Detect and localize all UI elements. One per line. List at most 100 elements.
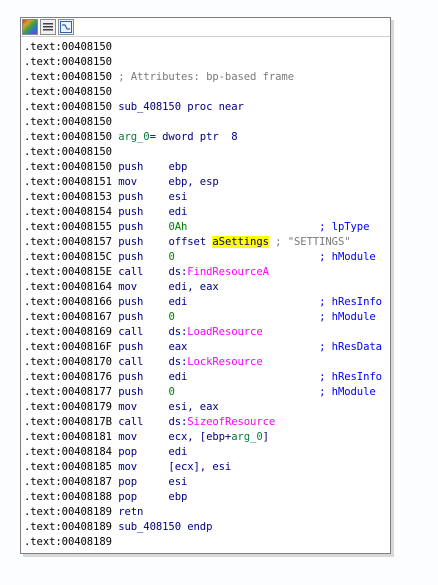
operand-prefix: ds: (168, 326, 188, 338)
listing-line[interactable]: .text:00408184 pop edi (24, 445, 390, 460)
listing-line[interactable]: .text:00408185 mov [ecx], esi (24, 460, 390, 475)
listing-line[interactable]: .text:00408169 call ds:LoadResource (24, 325, 390, 340)
address: .text:00408166 (24, 296, 112, 308)
operand-number: 0Ah (168, 221, 188, 233)
listing-line[interactable]: .text:00408166 push edi ; hResInfo (24, 295, 390, 310)
operand-prefix: ecx, [ebp+ (168, 431, 232, 443)
listing-line[interactable]: .text:00408189 (24, 535, 390, 550)
text-view-icon[interactable] (40, 19, 56, 35)
mnemonic: push (118, 371, 144, 383)
listing-line[interactable]: .text:00408150 (24, 85, 390, 100)
mnemonic: push (118, 191, 144, 203)
listing-line[interactable]: .text:00408164 mov edi, eax (24, 280, 390, 295)
address: .text:00408189 (24, 536, 112, 548)
operand-number: 0 (168, 311, 175, 323)
operand: ebp (168, 161, 188, 173)
address: .text:00408187 (24, 476, 112, 488)
listing-line[interactable]: .text:00408176 push edi ; hResInfo (24, 370, 390, 385)
operand: ebp, esp (168, 176, 219, 188)
operand-prefix: offset (168, 236, 213, 248)
listing-line[interactable]: .text:0040815C push 0 ; hModule (24, 250, 390, 265)
operand-prefix: ds: (168, 356, 188, 368)
listing-line[interactable]: .text:00408150 arg_0= dword ptr 8 (24, 130, 390, 145)
listing-line[interactable]: .text:00408189 sub_408150 endp (24, 520, 390, 535)
listing-line[interactable]: .text:00408154 push edi (24, 205, 390, 220)
address: .text:00408151 (24, 176, 112, 188)
mnemonic: call (118, 326, 144, 338)
mnemonic: mov (118, 401, 138, 413)
address: .text:00408150 (24, 101, 112, 113)
address: .text:00408154 (24, 206, 112, 218)
view-toolbar (21, 18, 390, 37)
mnemonic: push (118, 221, 144, 233)
listing-line[interactable]: .text:00408167 push 0 ; hModule (24, 310, 390, 325)
operand: esi, eax (168, 401, 219, 413)
operand: eax (168, 341, 188, 353)
address: .text:0040816F (24, 341, 112, 353)
listing-line[interactable]: .text:00408155 push 0Ah ; lpType (24, 220, 390, 235)
address: .text:0040815C (24, 251, 112, 263)
listing-line[interactable]: .text:00408153 push esi (24, 190, 390, 205)
mnemonic: pop (118, 476, 138, 488)
mnemonic: push (118, 386, 144, 398)
mnemonic: push (118, 296, 144, 308)
mnemonic: mov (118, 281, 138, 293)
proximity-view-icon[interactable] (58, 19, 74, 35)
mnemonic: call (118, 356, 144, 368)
address: .text:00408189 (24, 506, 112, 518)
address: .text:00408150 (24, 56, 112, 68)
listing-line[interactable]: .text:00408150 push ebp (24, 160, 390, 175)
address: .text:00408150 (24, 41, 112, 53)
listing-line[interactable]: .text:00408150 (24, 40, 390, 55)
mnemonic: call (118, 416, 144, 428)
mnemonic: push (118, 251, 144, 263)
comment: ; lpType (319, 221, 370, 233)
listing-line[interactable]: .text:00408179 mov esi, eax (24, 400, 390, 415)
listing-line[interactable]: .text:00408150 (24, 145, 390, 160)
mnemonic: push (118, 341, 144, 353)
listing-line[interactable]: .text:00408177 push 0 ; hModule (24, 385, 390, 400)
listing-line[interactable]: .text:00408170 call ds:LockResource (24, 355, 390, 370)
mnemonic: retn (118, 506, 144, 518)
operand-prefix: ds: (168, 266, 188, 278)
disassembly-listing[interactable]: .text:00408150 .text:00408150 .text:0040… (21, 37, 390, 550)
listing-line[interactable]: .text:0040815E call ds:FindResourceA (24, 265, 390, 280)
address: .text:00408170 (24, 356, 112, 368)
operand-suffix: ] (262, 431, 269, 443)
address: .text:00408181 (24, 431, 112, 443)
address: .text:00408185 (24, 461, 112, 473)
operand: edi (168, 371, 188, 383)
listing-line[interactable]: .text:00408187 pop esi (24, 475, 390, 490)
listing-line[interactable]: .text:00408150 (24, 115, 390, 130)
listing-line[interactable]: .text:00408188 pop ebp (24, 490, 390, 505)
address: .text:00408150 (24, 161, 112, 173)
comment: ; "SETTINGS" (268, 236, 351, 248)
address: .text:00408155 (24, 221, 112, 233)
listing-line[interactable]: .text:00408150 (24, 55, 390, 70)
listing-line[interactable]: .text:00408181 mov ecx, [ebp+arg_0] (24, 430, 390, 445)
listing-line[interactable]: .text:0040817B call ds:SizeofResource (24, 415, 390, 430)
mnemonic: push (118, 206, 144, 218)
address: .text:00408157 (24, 236, 112, 248)
comment: ; hModule (319, 386, 376, 398)
address: .text:00408150 (24, 71, 112, 83)
api-name: SizeofResource (187, 416, 276, 428)
operand: edi (168, 296, 188, 308)
listing-line[interactable]: .text:00408151 mov ebp, esp (24, 175, 390, 190)
listing-line[interactable]: .text:0040816F push eax ; hResData (24, 340, 390, 355)
api-name: FindResourceA (187, 266, 269, 278)
address: .text:00408153 (24, 191, 112, 203)
graph-view-icon[interactable] (22, 19, 38, 35)
listing-line[interactable]: .text:00408189 retn (24, 505, 390, 520)
mnemonic: mov (118, 431, 138, 443)
address: .text:00408150 (24, 116, 112, 128)
listing-line[interactable]: .text:00408150 ; Attributes: bp-based fr… (24, 70, 390, 85)
api-name: LockResource (187, 356, 263, 368)
address: .text:00408188 (24, 491, 112, 503)
listing-line[interactable]: .text:00408157 push offset aSettings ; "… (24, 235, 390, 250)
listing-line[interactable]: .text:00408150 sub_408150 proc near (24, 100, 390, 115)
mnemonic: call (118, 266, 144, 278)
operand: esi (168, 476, 188, 488)
address: .text:00408177 (24, 386, 112, 398)
mnemonic: push (118, 161, 144, 173)
